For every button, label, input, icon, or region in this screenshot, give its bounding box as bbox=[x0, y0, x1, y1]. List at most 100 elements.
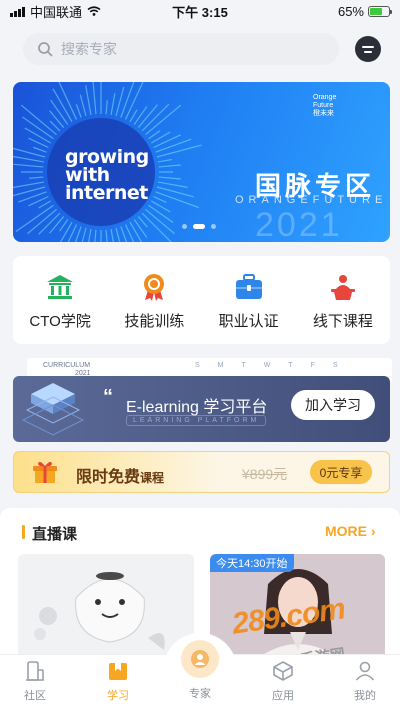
tab-expert[interactable]: 专家 bbox=[165, 685, 235, 701]
banner-ray bbox=[137, 216, 148, 228]
message-icon bbox=[362, 45, 374, 48]
banner-ray bbox=[133, 219, 148, 238]
banner-ray bbox=[150, 200, 171, 213]
category-offline-course[interactable]: 线下课程 bbox=[296, 256, 390, 344]
status-bar: 中国联通 下午 3:15 65% bbox=[0, 0, 400, 22]
category-label: 线下课程 bbox=[312, 313, 373, 330]
category-label: 技能训练 bbox=[124, 313, 185, 330]
community-icon bbox=[23, 659, 47, 683]
mascot-illustration bbox=[34, 572, 165, 650]
banner-ray bbox=[88, 229, 92, 242]
banner-ray bbox=[85, 85, 92, 115]
banner-slogan: growing with internet bbox=[65, 146, 149, 204]
tab-label: 学习 bbox=[107, 690, 129, 702]
more-link[interactable]: MORE › bbox=[325, 523, 376, 539]
category-cto-academy[interactable]: CTO学院 bbox=[13, 256, 107, 344]
tab-profile[interactable]: 我的 bbox=[330, 659, 400, 703]
category-label: CTO学院 bbox=[29, 313, 91, 330]
limited-free-banner[interactable]: 限时免费课程 ¥899元 0元专享 bbox=[13, 451, 390, 493]
banner-ray bbox=[155, 138, 192, 153]
banner-ray bbox=[29, 176, 44, 179]
section-accent-bar bbox=[22, 525, 25, 539]
banner-ray bbox=[59, 221, 73, 242]
banner-ray bbox=[155, 191, 199, 209]
search-input[interactable]: 搜索专家 bbox=[23, 33, 339, 65]
banner-ray bbox=[79, 94, 87, 117]
banner-ray bbox=[156, 144, 202, 158]
tab-study[interactable]: 学习 bbox=[83, 659, 153, 703]
calendar-days: SMTWTFS bbox=[195, 362, 338, 369]
banner-ray bbox=[148, 130, 161, 140]
banner-ray bbox=[38, 200, 52, 209]
original-price: ¥899元 bbox=[242, 466, 288, 482]
category-certification[interactable]: 职业认证 bbox=[202, 256, 296, 344]
banner-ray bbox=[156, 186, 194, 198]
bank-icon bbox=[44, 272, 76, 302]
banner-ray bbox=[13, 186, 46, 197]
live-start-badge: 今天14:30开始 bbox=[210, 554, 294, 572]
free-claim-button[interactable]: 0元专享 bbox=[310, 460, 372, 484]
join-learning-button[interactable]: 加入学习 bbox=[291, 390, 375, 420]
profile-icon bbox=[353, 659, 377, 683]
banner-ray bbox=[50, 99, 69, 125]
banner-ray bbox=[153, 134, 182, 149]
battery-icon bbox=[368, 5, 392, 17]
banner-ray bbox=[13, 155, 44, 163]
expert-icon[interactable] bbox=[181, 640, 219, 678]
banner-ray bbox=[49, 216, 65, 234]
search-placeholder: 搜索专家 bbox=[61, 41, 117, 57]
banner-ray bbox=[49, 120, 61, 132]
banner-ray bbox=[158, 164, 181, 168]
category-skill-training[interactable]: 技能训练 bbox=[107, 256, 201, 344]
banner-subtitle: ORANGEFUTURE bbox=[235, 194, 388, 206]
battery-percent: 65% bbox=[337, 3, 364, 19]
tab-label: 专家 bbox=[189, 688, 211, 700]
tab-label: 社区 bbox=[24, 690, 46, 702]
banner-ray bbox=[110, 93, 116, 115]
live-section-title: 直播课 bbox=[32, 526, 78, 543]
medal-icon bbox=[138, 272, 170, 302]
banner-ray bbox=[38, 212, 61, 235]
promo-banner[interactable]: growing with internet Orange Future 橙未来 20… bbox=[13, 82, 390, 242]
banner-year: 2021 bbox=[255, 206, 343, 242]
banner-ray bbox=[148, 204, 174, 223]
book-icon bbox=[106, 659, 130, 683]
live-course-card[interactable] bbox=[18, 554, 194, 664]
category-label: 职业认证 bbox=[218, 313, 279, 330]
banner-ray bbox=[158, 181, 188, 188]
banner-ray bbox=[13, 147, 46, 158]
banner-ray bbox=[115, 227, 121, 242]
banner-ray bbox=[153, 195, 167, 203]
banner-ray bbox=[94, 229, 97, 242]
gift-icon bbox=[33, 461, 57, 483]
banner-ray bbox=[81, 227, 87, 242]
banner-ray bbox=[105, 229, 108, 242]
search-icon bbox=[38, 42, 53, 57]
briefcase-icon bbox=[233, 272, 265, 302]
banner-ray bbox=[133, 106, 148, 125]
banner-ray bbox=[129, 109, 138, 123]
tab-label: 应用 bbox=[272, 690, 294, 702]
banner-ray bbox=[105, 100, 108, 115]
elearning-subtitle: LEARNING PLATFORM bbox=[126, 415, 267, 426]
app-icon bbox=[271, 659, 295, 683]
banner-ray bbox=[120, 82, 135, 118]
elearning-banner[interactable]: CURRICULUM 2021 SMTWTFS “ E-learning 学习平… bbox=[13, 358, 392, 442]
orange-future-logo: Orange Future 橙未来 bbox=[313, 94, 337, 117]
banner-ray bbox=[92, 82, 97, 115]
chevron-right-icon: › bbox=[370, 523, 376, 539]
banner-ray bbox=[13, 163, 44, 168]
banner-pagination bbox=[182, 224, 216, 229]
message-button[interactable] bbox=[355, 36, 381, 62]
banner-ray bbox=[24, 127, 52, 144]
tab-label: 我的 bbox=[354, 690, 376, 702]
curriculum-label: CURRICULUM bbox=[43, 362, 91, 369]
tab-apps[interactable]: 应用 bbox=[248, 659, 318, 703]
category-card: CTO学院 技能训练 职业认证 线下课程 bbox=[13, 256, 390, 344]
free-title: 限时免费课程 bbox=[76, 467, 165, 486]
banner-ray bbox=[49, 110, 65, 128]
banner-ray bbox=[33, 146, 47, 153]
tab-community[interactable]: 社区 bbox=[0, 659, 70, 703]
banner-ray bbox=[59, 219, 69, 232]
banner-ray bbox=[137, 104, 159, 128]
